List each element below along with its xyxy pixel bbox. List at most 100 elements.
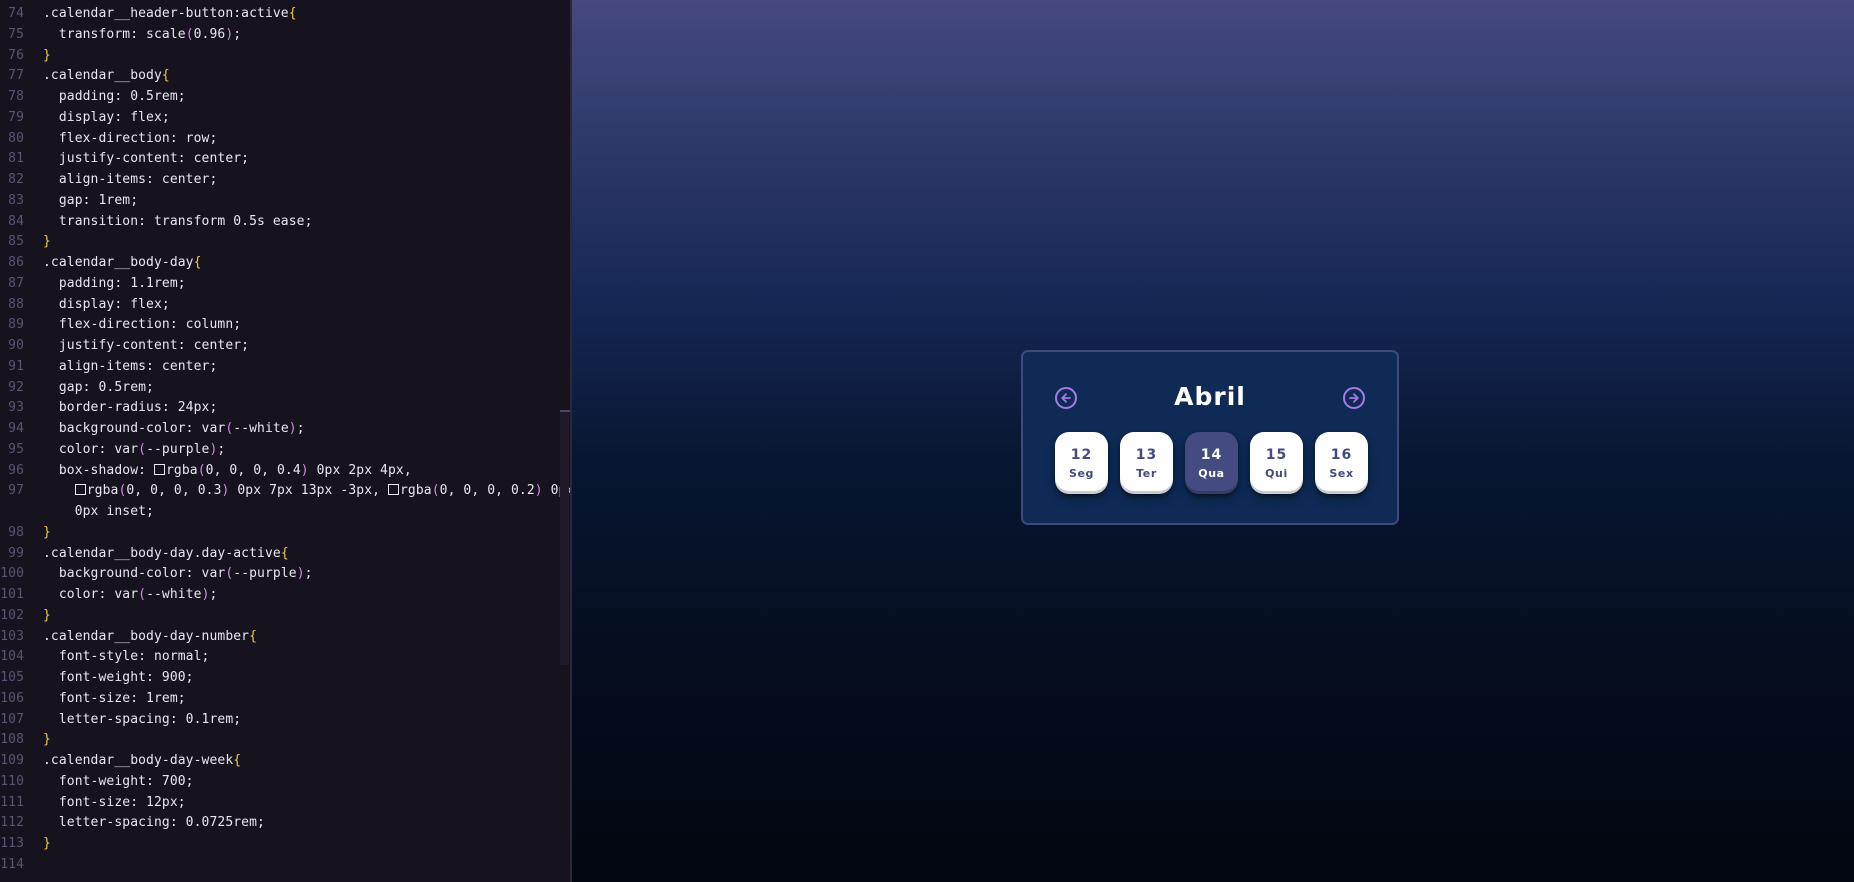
code-token: background-color: var — [43, 421, 226, 436]
code-text: .calendar__body{ — [43, 66, 170, 87]
code-token: color: var — [43, 587, 139, 602]
calendar-days: 12 Seg 13 Ter 14 Qua 15 Qui 16 Sex — [1055, 432, 1368, 494]
code-text: color: var(--white); — [43, 585, 217, 606]
code-token: transition: transform 0.5s ease; — [43, 213, 313, 229]
line-number: 80 — [8, 130, 24, 146]
code-token: box-shadow: — [43, 462, 154, 478]
code-line[interactable]: 89 flex-direction: column; — [0, 315, 570, 336]
code-line[interactable]: 81 justify-content: center; — [0, 149, 570, 170]
code-token: --purple — [233, 566, 297, 582]
line-number: 112 — [0, 815, 24, 831]
day-card-14[interactable]: 14 Qua — [1185, 432, 1238, 494]
code-token: 0px 2px 4px, — [308, 462, 412, 478]
line-number — [0, 502, 43, 523]
scrollbar-thumb[interactable] — [560, 410, 570, 412]
code-token: font-size: 1rem; — [43, 690, 186, 706]
code-line[interactable]: 99 .calendar__body-day.day-active{ — [0, 544, 570, 565]
code-line[interactable]: 90 justify-content: center; — [0, 336, 570, 357]
code-line[interactable]: 107 letter-spacing: 0.1rem; — [0, 710, 570, 731]
calendar-widget: Abril 12 Seg 13 Ter 14 Qua 15 Qui 16 Sex — [1021, 350, 1399, 525]
code-line[interactable]: 96 box-shadow: rgba(0, 0, 0, 0.4) 0px 2p… — [0, 461, 570, 482]
code-line[interactable]: 102} — [0, 606, 570, 627]
code-line[interactable]: 85} — [0, 232, 570, 253]
code-line[interactable]: 109 .calendar__body-day-week{ — [0, 751, 570, 772]
code-text: letter-spacing: 0.0725rem; — [43, 813, 265, 834]
code-text: justify-content: center; — [43, 336, 249, 357]
code-token: 0px inset; — [43, 504, 154, 519]
code-text: padding: 1.1rem; — [43, 274, 186, 295]
code-line[interactable]: 83 gap: 1rem; — [0, 191, 570, 212]
day-card-15[interactable]: 15 Qui — [1250, 432, 1303, 494]
code-line[interactable]: 110 font-weight: 700; — [0, 772, 570, 793]
code-line[interactable]: 92 gap: 0.5rem; — [0, 378, 570, 399]
color-swatch-icon[interactable] — [387, 484, 399, 496]
code-line[interactable]: 74 .calendar__header-button:active{ — [0, 4, 570, 25]
code-token: font-style: normal; — [43, 649, 210, 665]
color-swatch-icon[interactable] — [153, 463, 165, 475]
code-line[interactable]: 76} — [0, 46, 570, 67]
code-text: .calendar__header-button:active{ — [43, 4, 297, 25]
code-token: align-items: center; — [43, 358, 218, 374]
code-line[interactable]: 88 display: flex; — [0, 295, 570, 316]
code-text: } — [43, 232, 51, 253]
code-token: .calendar__body — [43, 68, 162, 84]
code-line[interactable]: 108} — [0, 730, 570, 751]
code-editor[interactable]: 74 .calendar__header-button:active{75 tra… — [0, 0, 570, 882]
code-token: justify-content: center; — [43, 151, 250, 167]
code-line[interactable]: 94 background-color: var(--white); — [0, 419, 570, 440]
code-line[interactable]: 79 display: flex; — [0, 108, 570, 129]
code-line[interactable]: 78 padding: 0.5rem; — [0, 87, 570, 108]
code-line[interactable]: 91 align-items: center; — [0, 357, 570, 378]
code-line[interactable]: 82 align-items: center; — [0, 170, 570, 191]
code-line[interactable]: 95 color: var(--purple); — [0, 440, 570, 461]
code-token: display: flex; — [43, 296, 170, 312]
code-line[interactable]: 86 .calendar__body-day{ — [0, 253, 570, 274]
code-line[interactable]: 93 border-radius: 24px; — [0, 398, 570, 419]
code-line[interactable]: 75 transform: scale(0.96); — [0, 25, 570, 46]
day-card-12[interactable]: 12 Seg — [1055, 432, 1108, 494]
day-card-13[interactable]: 13 Ter — [1120, 432, 1173, 494]
next-month-button[interactable] — [1343, 387, 1365, 409]
code-token: ; — [217, 441, 226, 457]
day-card-16[interactable]: 16 Sex — [1315, 432, 1368, 494]
code-line[interactable]: 80 flex-direction: row; — [0, 129, 570, 150]
code-token: } — [43, 524, 51, 540]
line-number: 113 — [0, 836, 24, 851]
code-line[interactable]: 106 font-size: 1rem; — [0, 689, 570, 710]
code-line[interactable]: 103 .calendar__body-day-number{ — [0, 627, 570, 648]
code-text: box-shadow: rgba(0, 0, 0, 0.4) 0px 2px 4… — [43, 461, 412, 482]
line-number: 88 — [8, 296, 24, 312]
code-line[interactable]: 104 font-style: normal; — [0, 647, 570, 668]
code-line[interactable]: 87 padding: 1.1rem; — [0, 274, 570, 295]
code-line[interactable]: 113} — [0, 834, 570, 855]
code-token: } — [43, 836, 51, 851]
color-swatch-icon[interactable] — [74, 484, 86, 496]
code-text: transition: transform 0.5s ease; — [43, 212, 313, 233]
code-text: font-size: 1rem; — [43, 689, 186, 710]
code-token: gap: 0.5rem; — [43, 379, 154, 395]
code-lines[interactable]: 74 .calendar__header-button:active{75 tra… — [0, 4, 570, 876]
code-line[interactable]: 105 font-weight: 900; — [0, 668, 570, 689]
line-number: 98 — [8, 524, 24, 540]
code-line[interactable]: 111 font-size: 12px; — [0, 793, 570, 814]
code-line[interactable]: 100 background-color: var(--purple); — [0, 564, 570, 585]
code-line[interactable]: 98} — [0, 523, 570, 544]
code-line[interactable]: 0px inset; — [0, 502, 570, 523]
code-text: flex-direction: column; — [43, 315, 241, 336]
code-text: } — [43, 46, 51, 67]
line-number: 74 — [8, 6, 24, 21]
code-text: align-items: center; — [43, 357, 217, 378]
code-token: letter-spacing: 0.1rem; — [43, 711, 242, 727]
scrollbar-track[interactable] — [560, 410, 569, 665]
code-line[interactable]: 112 letter-spacing: 0.0725rem; — [0, 813, 570, 834]
code-line[interactable]: 84 transition: transform 0.5s ease; — [0, 212, 570, 233]
code-line[interactable]: 101 color: var(--white); — [0, 585, 570, 606]
line-number: 104 — [0, 649, 24, 665]
code-line[interactable]: 114 — [0, 855, 570, 876]
code-text: } — [43, 730, 51, 751]
code-token: ; — [296, 421, 305, 436]
code-token: gap: 1rem; — [43, 192, 139, 208]
code-text: } — [43, 606, 51, 627]
code-line[interactable]: 77 .calendar__body{ — [0, 66, 570, 87]
code-line[interactable]: 97 rgba(0, 0, 0, 0.3) 0px 7px 13px -3px,… — [0, 481, 570, 502]
